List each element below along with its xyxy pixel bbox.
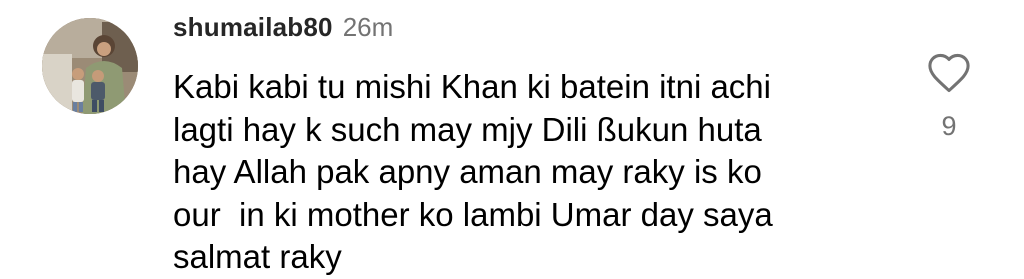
comment-item: shumailab80 26m Kabi kabi tu mishi Khan … (0, 0, 1024, 278)
avatar-photo (42, 18, 138, 114)
comment-timestamp: 26m (342, 12, 394, 42)
comment-header: shumailab80 26m (173, 12, 393, 48)
comment-text-line: hay Allah pak apny aman may raky is ko (173, 153, 762, 190)
comment-text: Kabi kabi tu mishi Khan ki batein itni a… (173, 66, 893, 279)
comment-text-line: lagti hay k such may mjy Dili ßukun huta (173, 110, 762, 148)
comment-text-line: Kabi kabi tu mishi Khan ki batein itni a… (173, 68, 771, 105)
avatar[interactable] (42, 18, 138, 114)
heart-outline-icon (928, 53, 970, 93)
comment-text-line: salmat raky (173, 238, 342, 275)
like-count[interactable]: 9 (926, 111, 972, 142)
like-button[interactable] (926, 52, 972, 94)
username-link[interactable]: shumailab80 (173, 12, 333, 43)
comment-text-line: our in ki mother ko lambi Umar day saya (173, 195, 773, 233)
